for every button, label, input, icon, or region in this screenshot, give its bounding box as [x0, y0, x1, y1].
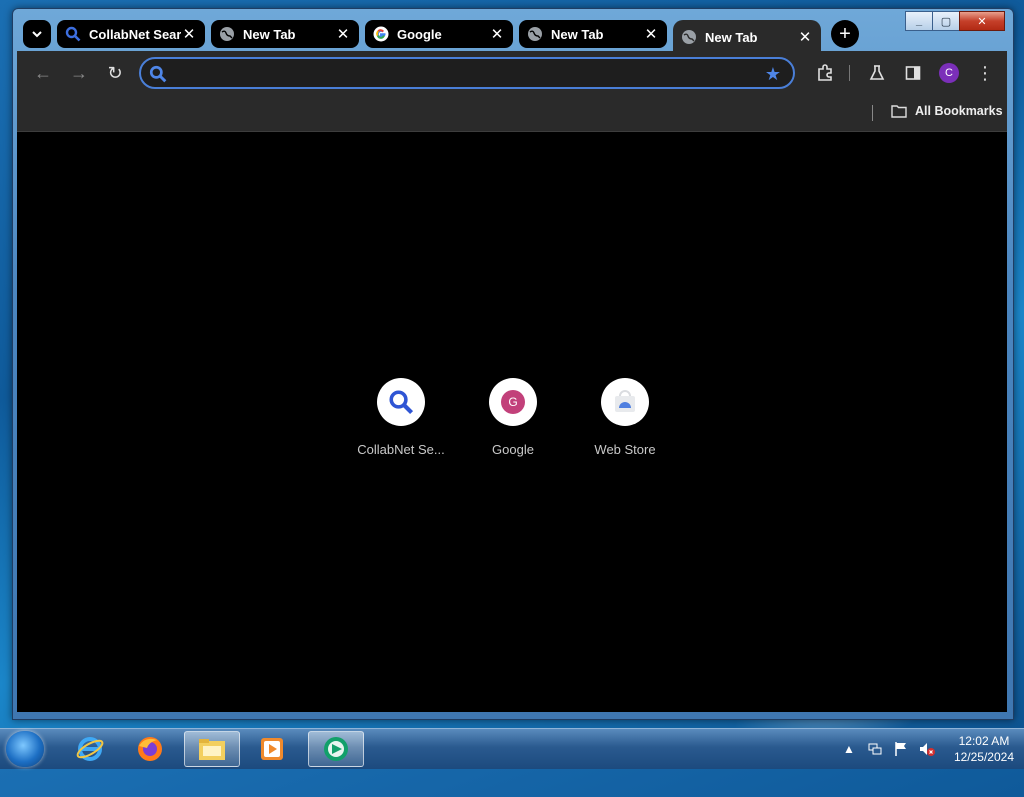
toolbar-divider	[849, 65, 850, 81]
folder-icon	[891, 105, 907, 118]
tab-title: New Tab	[551, 26, 604, 42]
clock-time: 12:02 AM	[958, 734, 1010, 748]
bookmarks-bar: All Bookmarks	[17, 95, 1007, 132]
globe-icon	[681, 29, 697, 45]
tab-collabnet[interactable]: CollabNet Sear ✕	[57, 20, 205, 48]
internet-explorer-icon[interactable]	[62, 731, 118, 767]
system-tray: ▲ 12:02 AM 12/25/2024	[836, 731, 1014, 767]
browser-app-icon[interactable]	[308, 731, 364, 767]
more-menu-icon[interactable]: ⋮	[973, 61, 997, 85]
firefox-icon[interactable]	[122, 731, 178, 767]
file-explorer-icon[interactable]	[184, 731, 240, 767]
tab-title: Google	[397, 26, 442, 42]
google-icon	[373, 26, 389, 42]
bookmarks-divider	[872, 105, 873, 121]
tab-search-button[interactable]	[23, 20, 51, 48]
close-tab-icon[interactable]: ✕	[643, 25, 659, 43]
shortcut-icon-circle	[377, 378, 425, 426]
new-tab-button[interactable]: +	[831, 20, 859, 48]
google-avatar-icon: G	[501, 390, 525, 414]
close-tab-icon[interactable]: ✕	[335, 25, 351, 43]
clock-date: 12/25/2024	[953, 750, 1014, 764]
all-bookmarks-label: All Bookmarks	[915, 104, 1003, 118]
browser-window: _ ▢ ✕ CollabNet Sear ✕ New Tab ✕ Google	[12, 8, 1014, 720]
chevron-down-icon	[32, 31, 42, 38]
search-icon	[65, 26, 81, 42]
globe-icon	[219, 26, 235, 42]
tab-new-tab-active[interactable]: New Tab ✕	[673, 20, 821, 54]
close-tab-icon[interactable]: ✕	[797, 28, 813, 46]
tab-title: CollabNet Sear	[89, 26, 181, 42]
volume-muted-icon[interactable]	[918, 740, 936, 758]
shortcut-label: CollabNet Se...	[357, 442, 445, 457]
clock[interactable]: 12:02 AM 12/25/2024	[954, 733, 1014, 765]
profile-avatar[interactable]: C	[939, 63, 959, 83]
media-player-icon[interactable]	[244, 731, 300, 767]
address-input[interactable]	[175, 63, 759, 87]
shortcut-tile[interactable]: G Google	[463, 378, 563, 457]
close-tab-icon[interactable]: ✕	[181, 25, 197, 43]
show-hidden-icons-icon[interactable]: ▲	[840, 740, 858, 758]
extensions-icon[interactable]	[813, 61, 837, 85]
forward-icon[interactable]: →	[67, 61, 91, 85]
side-panel-icon[interactable]	[901, 61, 925, 85]
shortcut-icon-circle: G	[489, 378, 537, 426]
tab-google[interactable]: Google ✕	[365, 20, 513, 48]
new-tab-page: CollabNet Se... G Google Web Store	[17, 132, 1007, 712]
taskbar: ▲ 12:02 AM 12/25/2024	[0, 728, 1024, 769]
bookmark-star-icon[interactable]: ★	[765, 64, 781, 85]
webstore-icon	[615, 390, 635, 412]
shortcut-label: Google	[492, 442, 534, 457]
network-icon[interactable]	[866, 740, 884, 758]
shortcut-tile[interactable]: Web Store	[575, 378, 675, 457]
back-icon[interactable]: ←	[31, 61, 55, 85]
search-icon	[149, 65, 167, 88]
shortcut-label: Web Store	[594, 442, 656, 457]
labs-flask-icon[interactable]	[865, 61, 889, 85]
shortcut-tile[interactable]: CollabNet Se...	[351, 378, 451, 457]
close-window-button[interactable]: ✕	[959, 11, 1005, 31]
browser-toolbar: ← → ↻ ★ C ⋮	[17, 51, 1007, 95]
tab-strip: CollabNet Sear ✕ New Tab ✕ Google ✕ New …	[17, 17, 953, 54]
reload-icon[interactable]: ↻	[103, 61, 127, 85]
close-tab-icon[interactable]: ✕	[489, 25, 505, 43]
tab-new-tab-1[interactable]: New Tab ✕	[211, 20, 359, 48]
start-button[interactable]	[6, 731, 44, 767]
tab-new-tab-2[interactable]: New Tab ✕	[519, 20, 667, 48]
tab-title: New Tab	[243, 26, 296, 42]
shortcut-icon-circle	[601, 378, 649, 426]
globe-icon	[527, 26, 543, 42]
address-bar[interactable]: ★	[139, 57, 795, 89]
action-center-flag-icon[interactable]	[892, 740, 910, 758]
search-icon	[389, 390, 414, 415]
tab-title: New Tab	[705, 29, 758, 45]
all-bookmarks-button[interactable]: All Bookmarks	[891, 104, 1003, 118]
